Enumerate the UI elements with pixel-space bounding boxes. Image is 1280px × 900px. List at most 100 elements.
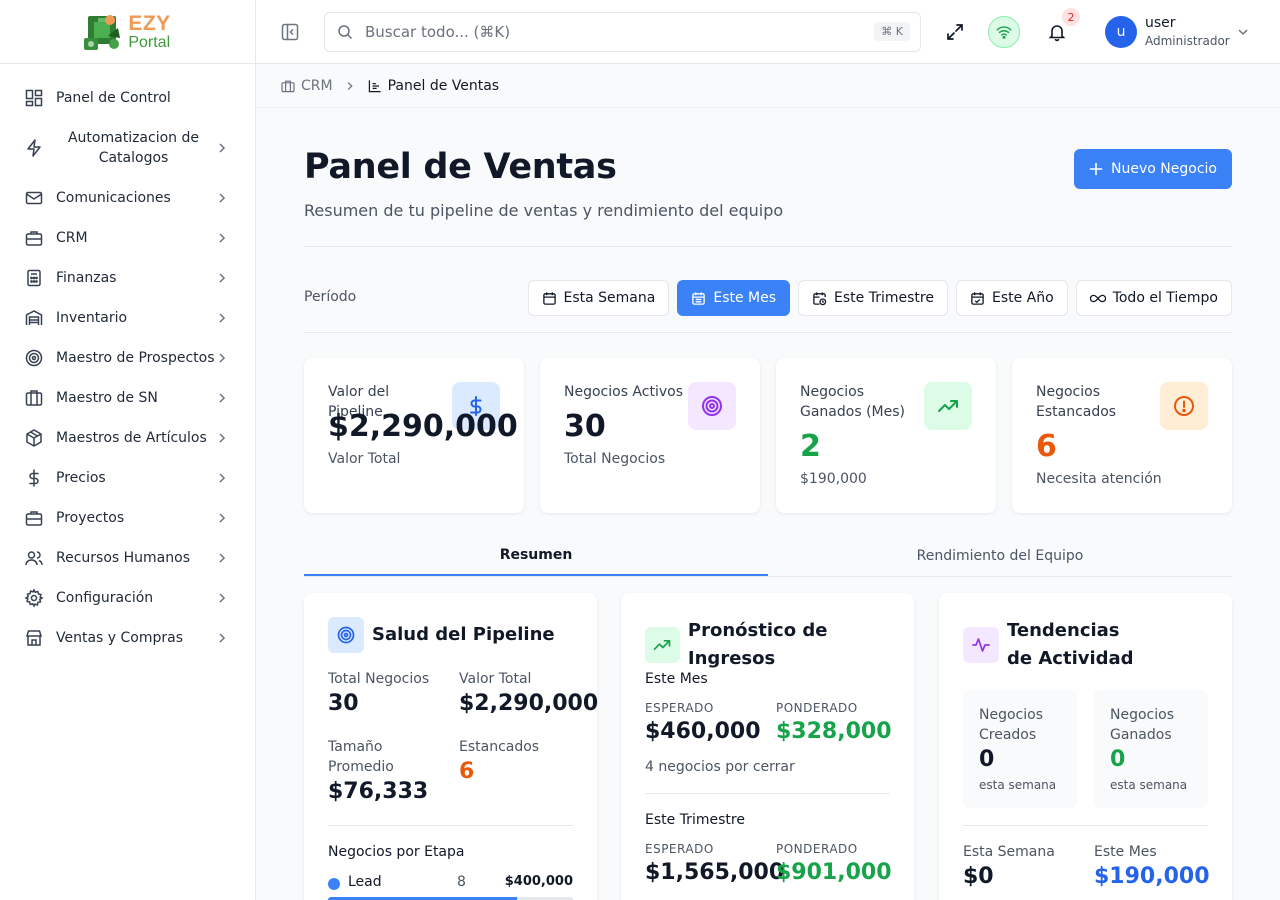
stage-count: 8	[457, 874, 466, 890]
month-deals-note: 4 negocios por cerrar	[645, 759, 795, 775]
stat-value: 0	[1110, 747, 1126, 772]
new-deal-button[interactable]: Nuevo Negocio	[1074, 149, 1232, 189]
divider	[304, 246, 1232, 247]
chevron-right-icon	[219, 143, 226, 153]
dollar-icon	[24, 468, 44, 488]
stalled-label: Estancados	[459, 739, 540, 755]
kpi-value: 6	[1036, 429, 1057, 464]
stat-note: esta semana	[979, 778, 1057, 792]
period-this-quarter-button[interactable]: Este Trimestre	[798, 280, 948, 316]
avatar[interactable]: u	[1105, 16, 1137, 48]
kpi-subtitle: Total Negocios	[564, 451, 666, 467]
sidebar-item-label: Panel de Control	[56, 90, 171, 106]
period-this-month-button[interactable]: Este Mes	[677, 280, 791, 316]
kpi-title: Negocios Ganados (Mes)	[800, 384, 905, 420]
period-all-time-button[interactable]: Todo el Tiempo	[1075, 280, 1232, 316]
target-icon	[328, 617, 364, 653]
breadcrumb-label: Panel de Ventas	[387, 77, 500, 94]
briefcase-icon	[24, 228, 44, 248]
wifi-icon	[996, 26, 1012, 39]
trending-up-icon	[645, 627, 680, 663]
calendar-days-icon	[692, 291, 706, 305]
kpi-subtitle: Necesita atención	[1036, 471, 1162, 487]
tab-resumen[interactable]: Resumen	[304, 536, 768, 576]
sidebar-toggle-icon[interactable]	[280, 22, 300, 42]
bar-chart-icon	[368, 79, 381, 92]
target-icon	[688, 382, 736, 430]
period-option-label: Este Año	[991, 290, 1054, 306]
sidebar-item-crm[interactable]: CRM	[0, 218, 255, 258]
sidebar-item-label: Automatizacion de Catalogos	[67, 130, 199, 166]
sidebar-item-label: Finanzas	[56, 270, 117, 286]
deals-created-stat: Negocios Creados 0 esta semana	[963, 690, 1077, 808]
page-subtitle: Resumen de tu pipeline de ventas y rendi…	[304, 201, 784, 220]
kpi-title: Negocios Estancados	[1036, 384, 1117, 420]
target-icon	[24, 348, 44, 368]
brand-logo[interactable]: EZY Portal	[0, 0, 255, 64]
sidebar-item-panel-de-control[interactable]: Panel de Control	[0, 78, 255, 118]
chevron-right-icon	[219, 393, 226, 403]
chevron-right-icon	[219, 273, 226, 283]
chevron-right-icon	[219, 473, 226, 483]
package-icon	[24, 428, 44, 448]
total-deals-value: 30	[328, 691, 359, 716]
store-icon	[24, 628, 44, 648]
sidebar-item-finanzas[interactable]: Finanzas	[0, 258, 255, 298]
user-role: Administrador	[1145, 34, 1230, 48]
sidebar-item-precios[interactable]: Precios	[0, 458, 255, 498]
fullscreen-button[interactable]	[939, 16, 971, 48]
activity-icon	[963, 627, 999, 663]
mail-icon	[24, 188, 44, 208]
sidebar-item-configuracion[interactable]: Configuración	[0, 578, 255, 618]
sidebar-item-proyectos[interactable]: Proyectos	[0, 498, 255, 538]
stalled-value: 6	[459, 759, 475, 784]
stage-value: $400,000	[504, 874, 573, 889]
sidebar-item-label: Maestros de Artículos	[56, 430, 207, 446]
tab-rendimiento[interactable]: Rendimiento del Equipo	[768, 536, 1232, 576]
forecast-month-label: Este Mes	[645, 671, 708, 687]
search-input[interactable]	[365, 23, 845, 41]
card-title: Tendencias de Actividad	[1007, 620, 1134, 669]
sidebar-item-ventas-y-compras[interactable]: Ventas y Compras	[0, 618, 255, 658]
card-title: Salud del Pipeline	[372, 624, 555, 645]
sidebar-item-label: Maestro de SN	[56, 390, 158, 406]
forecast-quarter-label: Este Trimestre	[645, 812, 745, 828]
sidebar-item-comunicaciones[interactable]: Comunicaciones	[0, 178, 255, 218]
warehouse-icon	[24, 308, 44, 328]
month-weighted-value: $328,000	[776, 719, 892, 744]
sidebar-item-recursos-humanos[interactable]: Recursos Humanos	[0, 538, 255, 578]
chevron-right-icon	[219, 593, 226, 603]
user-name[interactable]: user	[1145, 15, 1176, 31]
weighted-label: PONDERADO	[776, 701, 858, 715]
period-this-week-button[interactable]: Esta Semana	[527, 280, 670, 316]
stat-label: Negocios Creados	[979, 707, 1043, 743]
weighted-label: PONDERADO	[776, 842, 858, 856]
dashboard-tabs: Resumen Rendimiento del Equipo	[304, 536, 1232, 577]
sidebar-item-label: Recursos Humanos	[56, 550, 190, 566]
breadcrumb-crm[interactable]: CRM	[280, 78, 333, 94]
sidebar-item-label: Maestro de Prospectos	[56, 350, 215, 366]
sidebar-item-inventario[interactable]: Inventario	[0, 298, 255, 338]
period-this-year-button[interactable]: Este Año	[955, 280, 1068, 316]
briefcase-icon	[24, 508, 44, 528]
kpi-value: 30	[564, 409, 606, 444]
sidebar-item-maestro-de-sn[interactable]: Maestro de SN	[0, 378, 255, 418]
connection-status-button[interactable]	[988, 16, 1020, 48]
search-box[interactable]: ⌘ K	[324, 12, 921, 52]
stat-note: esta semana	[1110, 778, 1188, 792]
stage-name: Lead	[348, 874, 382, 890]
zap-icon	[24, 138, 44, 158]
month-expected-value: $460,000	[645, 719, 761, 744]
sidebar-item-maestro-de-prospectos[interactable]: Maestro de Prospectos	[0, 338, 255, 378]
calendar-clock-icon	[813, 291, 827, 305]
sidebar-item-automatizacion[interactable]: Automatizacion de Catalogos	[0, 118, 255, 178]
period-option-label: Este Mes	[713, 290, 777, 306]
brand-subname: Portal	[128, 33, 171, 51]
new-deal-label: Nuevo Negocio	[1111, 161, 1217, 177]
period-option-label: Este Trimestre	[834, 290, 934, 306]
chevron-down-icon[interactable]	[1236, 25, 1250, 39]
chevron-right-icon	[219, 233, 226, 243]
kpi-subtitle: Valor Total	[328, 451, 401, 467]
sidebar-item-maestros-de-articulos[interactable]: Maestros de Artículos	[0, 418, 255, 458]
sidebar-item-label: Proyectos	[56, 510, 125, 526]
